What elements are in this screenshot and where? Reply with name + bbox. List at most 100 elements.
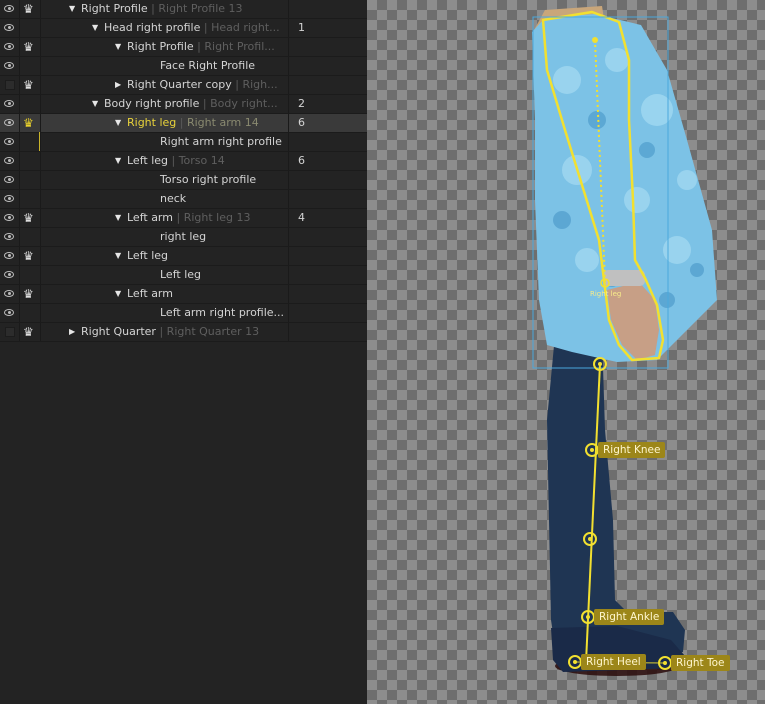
visibility-toggle[interactable] (0, 114, 20, 132)
layer-row[interactable]: ▼ Head right profile | Head right... 1 (0, 19, 367, 38)
skeleton-toggle[interactable] (20, 19, 41, 37)
layer-row[interactable]: Face Right Profile (0, 57, 367, 76)
expand-open-icon[interactable]: ▼ (115, 209, 121, 227)
right-heel-label[interactable]: Right Heel (581, 654, 646, 670)
expand-closed-icon[interactable]: ▶ (69, 323, 75, 341)
visibility-toggle[interactable] (0, 209, 20, 227)
layer-name-cell[interactable]: ▼ Left leg | Torso 14 (41, 152, 289, 170)
visibility-toggle[interactable] (0, 228, 20, 246)
skeleton-toggle[interactable]: ♛ (20, 247, 41, 265)
skeleton-toggle[interactable]: ♛ (20, 76, 41, 94)
layer-name: right leg (160, 230, 207, 243)
layer-row[interactable]: ♛ ▼ Right Profile | Right Profil... (0, 38, 367, 57)
bone-origin-dot[interactable] (592, 37, 598, 43)
layer-row[interactable]: neck (0, 190, 367, 209)
skeleton-toggle[interactable] (20, 266, 41, 284)
expand-closed-icon[interactable]: ▶ (115, 76, 121, 94)
layer-name-cell[interactable]: ▼ Left leg (41, 247, 289, 265)
layer-label: right leg (160, 228, 206, 246)
layer-name-cell[interactable]: ▼ Head right profile | Head right... (41, 19, 289, 37)
expand-open-icon[interactable]: ▼ (69, 0, 75, 18)
layer-row[interactable]: Right arm right profile (0, 133, 367, 152)
right-ankle-label[interactable]: Right Ankle (594, 609, 665, 625)
layer-row[interactable]: ♛ ▶ Right Quarter copy | Righ... (0, 76, 367, 95)
visibility-toggle[interactable] (0, 285, 20, 303)
skeleton-toggle[interactable]: ♛ (20, 0, 41, 18)
skeleton-toggle[interactable]: ♛ (20, 285, 41, 303)
expand-open-icon[interactable]: ▼ (115, 152, 121, 170)
expand-open-icon[interactable]: ▼ (92, 95, 98, 113)
layer-separator: | (200, 21, 212, 34)
layer-name-cell[interactable]: ▼ Body right profile | Body right... (41, 95, 289, 113)
skeleton-toggle[interactable] (20, 133, 41, 151)
layer-name-cell[interactable]: ▼ Left arm | Right leg 13 (41, 209, 289, 227)
layer-row[interactable]: Torso right profile (0, 171, 367, 190)
layer-name-cell[interactable]: Left arm right profile... (41, 304, 289, 322)
visibility-toggle[interactable] (0, 38, 20, 56)
layer-name: Right Profile (81, 2, 148, 15)
visibility-toggle[interactable] (0, 247, 20, 265)
visibility-toggle[interactable] (0, 323, 20, 341)
expand-open-icon[interactable]: ▼ (115, 114, 121, 132)
layer-name-cell[interactable]: ▶ Right Quarter copy | Righ... (41, 76, 289, 94)
skeleton-toggle[interactable]: ♛ (20, 209, 41, 227)
expand-open-icon[interactable]: ▼ (92, 19, 98, 37)
layer-name-cell[interactable]: ▼ Right leg | Right arm 14 (41, 114, 289, 132)
visibility-toggle[interactable] (0, 133, 20, 151)
layer-name-cell[interactable]: ▼ Right Profile | Right Profile 13 (41, 0, 289, 18)
visibility-toggle[interactable] (0, 266, 20, 284)
skeleton-toggle[interactable] (20, 95, 41, 113)
skeleton-toggle[interactable] (20, 152, 41, 170)
eye-icon (4, 157, 14, 164)
skeleton-toggle[interactable] (20, 57, 41, 75)
right-knee-label[interactable]: Right Knee (598, 442, 666, 458)
skeleton-toggle[interactable] (20, 228, 41, 246)
visibility-toggle[interactable] (0, 57, 20, 75)
layer-name-cell[interactable]: Face Right Profile (41, 57, 289, 75)
skeleton-toggle[interactable] (20, 304, 41, 322)
visibility-toggle[interactable] (0, 19, 20, 37)
visibility-toggle[interactable] (0, 0, 20, 18)
layer-row[interactable]: ♛ ▼ Left leg (0, 247, 367, 266)
expand-open-icon[interactable]: ▼ (115, 247, 121, 265)
layer-row[interactable]: Left arm right profile... (0, 304, 367, 323)
visibility-toggle[interactable] (0, 190, 20, 208)
layer-name-cell[interactable]: ▼ Left arm (41, 285, 289, 303)
layer-row[interactable]: ▼ Left leg | Torso 14 6 (0, 152, 367, 171)
eye-icon (4, 233, 14, 240)
visibility-toggle[interactable] (0, 171, 20, 189)
layer-name-cell[interactable]: Torso right profile (41, 171, 289, 189)
layer-row[interactable]: ♛ ▼ Left arm | Right leg 13 4 (0, 209, 367, 228)
skeleton-toggle[interactable]: ♛ (20, 114, 41, 151)
layer-row[interactable]: ▼ Body right profile | Body right... 2 (0, 95, 367, 114)
visibility-toggle[interactable] (0, 76, 20, 94)
layer-name-cell[interactable]: ▼ Right Profile | Right Profil... (41, 38, 289, 56)
layer-row[interactable]: Left leg (0, 266, 367, 285)
skeleton-toggle[interactable]: ♛ (20, 323, 41, 341)
crown-icon: ♛ (23, 287, 34, 301)
layer-name-cell[interactable]: Left leg (41, 266, 289, 284)
layer-row[interactable]: ♛ ▼ Right leg | Right arm 14 6 (0, 114, 367, 151)
layer-name: Right leg (127, 116, 177, 129)
expand-open-icon[interactable]: ▼ (115, 38, 121, 56)
expand-open-icon[interactable]: ▼ (115, 285, 121, 303)
layer-label: Head right profile | Head right... (104, 19, 280, 37)
layer-row[interactable]: ♛ ▶ Right Quarter | Right Quarter 13 (0, 323, 367, 342)
visibility-toggle[interactable] (0, 95, 20, 113)
skeleton-toggle[interactable] (20, 171, 41, 189)
layer-number (289, 323, 367, 341)
crown-icon: ♛ (23, 325, 34, 339)
skeleton-toggle[interactable] (20, 190, 41, 208)
layer-row[interactable]: ♛ ▼ Left arm (0, 285, 367, 304)
layer-row[interactable]: right leg (0, 228, 367, 247)
layer-row[interactable]: ♛ ▼ Right Profile | Right Profile 13 (0, 0, 367, 19)
right-toe-label[interactable]: Right Toe (671, 655, 730, 671)
skeleton-toggle[interactable]: ♛ (20, 38, 41, 56)
layer-name-cell[interactable]: right leg (41, 228, 289, 246)
layer-name-cell[interactable]: Right arm right profile (41, 133, 289, 151)
visibility-toggle[interactable] (0, 304, 20, 322)
canvas-viewport[interactable]: Right leg Right Knee Right Ankle Right H… (367, 0, 765, 704)
layer-name-cell[interactable]: neck (41, 190, 289, 208)
visibility-toggle[interactable] (0, 152, 20, 170)
layer-name-cell[interactable]: ▶ Right Quarter | Right Quarter 13 (41, 323, 289, 341)
